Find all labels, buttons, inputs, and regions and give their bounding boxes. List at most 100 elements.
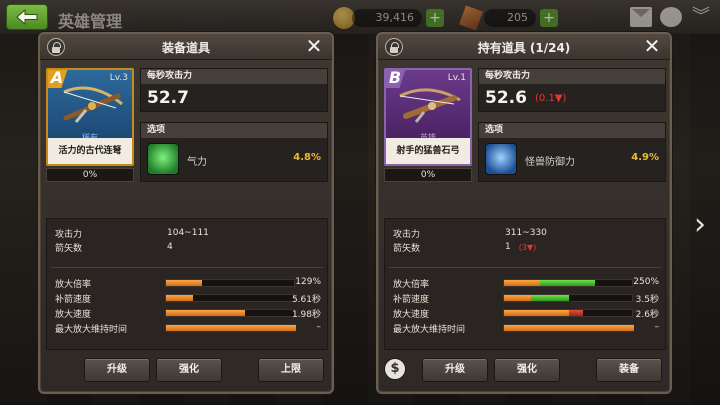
add-gold-button[interactable]: + (426, 9, 444, 27)
dps-delta: (0.1▼) (535, 93, 567, 104)
stat-value: 4 (167, 242, 173, 252)
option-name: 气力 (187, 157, 207, 168)
stat-bar-value: 5.61秒 (291, 295, 321, 305)
stat-bar-value: – (654, 322, 660, 332)
stat-value: 104~111 (167, 228, 209, 238)
item-card[interactable]: A Lv.3 稀有 活力的古代连弩 (46, 68, 134, 166)
add-gem-button[interactable]: + (540, 9, 558, 27)
back-button[interactable] (6, 4, 48, 30)
item-name: 射手的猛兽石弓 (386, 138, 470, 164)
stat-value: 1 (505, 242, 511, 252)
equip-button[interactable]: 装备 (596, 358, 662, 382)
back-arrow-icon (16, 9, 38, 25)
stat-bar-label: 最大放大维持时间 (393, 325, 466, 335)
stat-bar-track (165, 309, 295, 317)
dps-label: 每秒攻击力 (141, 69, 327, 84)
screen-title: 英雄管理 (58, 12, 123, 31)
crossbow-icon (399, 88, 461, 123)
stat-bar-label: 放大速度 (55, 310, 92, 320)
stat-bar-label: 放大倍率 (55, 280, 92, 290)
close-icon[interactable]: ✕ (304, 36, 324, 56)
stat-bar-track (503, 324, 634, 332)
stat-row: 箭矢数 1 (3▼) (393, 241, 659, 254)
sell-coin-icon[interactable] (384, 358, 406, 380)
collapse-chevron-icon[interactable]: ︾ (690, 7, 712, 27)
stat-bar-value: 129% (295, 277, 321, 287)
panel-title: 装备道具 (161, 41, 210, 55)
option-box: 选项 怪兽防御力 4.9% (478, 122, 666, 182)
dps-box: 每秒攻击力 52.7 (140, 68, 328, 112)
stat-bar-increase (540, 280, 595, 286)
chat-icon[interactable] (660, 7, 682, 27)
upgrade-button[interactable]: 升级 (84, 358, 150, 382)
stat-bar-fill (504, 310, 569, 316)
dps-value: 52.7 (147, 88, 189, 108)
dps-label: 每秒攻击力 (479, 69, 665, 84)
enhance-button[interactable]: 强化 (156, 358, 222, 382)
stat-bar-row: 补箭速度 3.5秒 (393, 292, 659, 305)
divider (389, 267, 661, 268)
crossbow-icon (63, 86, 123, 123)
mail-icon[interactable] (630, 7, 652, 27)
stat-bar-fill (166, 310, 246, 316)
stat-bar-row: 最大放大维持时间 – (393, 322, 660, 335)
enhance-button[interactable]: 强化 (494, 358, 560, 382)
panel-title: 持有道具 (1/24) (477, 41, 571, 55)
stat-label: 攻击力 (393, 229, 421, 240)
next-arrow-icon[interactable]: › (690, 210, 710, 240)
stat-bar-label: 放大倍率 (393, 280, 430, 290)
close-icon[interactable]: ✕ (642, 36, 662, 56)
stat-bar-track (503, 294, 633, 302)
stat-bar-fill (504, 280, 541, 286)
stat-bar-row: 放大倍率 250% (393, 277, 659, 290)
item-card[interactable]: B Lv.1 英雄 射手的猛兽石弓 (384, 68, 472, 166)
option-value: 4.9% (631, 152, 659, 163)
stat-bar-fill (166, 280, 203, 286)
item-progress: 0% (384, 168, 472, 182)
stat-bar-track (503, 279, 633, 287)
item-progress: 0% (46, 168, 134, 182)
stat-bar-track (503, 309, 633, 317)
stat-bar-fill (504, 295, 532, 301)
stat-value: 311~330 (505, 228, 547, 238)
stat-bar-increase (531, 295, 569, 301)
divider (51, 267, 323, 268)
option-label: 选项 (141, 123, 327, 138)
stat-bar-value: – (316, 322, 322, 332)
stat-bar-fill (166, 295, 194, 301)
stat-bar-label: 补箭速度 (55, 295, 92, 305)
stat-bar-label: 放大速度 (393, 310, 430, 320)
equipped-item-panel: 装备道具 ✕ A Lv.3 稀有 活力的古代连弩 0% 每秒攻击力 52.7 选… (38, 32, 334, 394)
limit-button[interactable]: 上限 (258, 358, 324, 382)
stat-bar-label: 补箭速度 (393, 295, 430, 305)
stat-bar-label: 最大放大维持时间 (55, 325, 128, 335)
owned-item-panel: 持有道具 (1/24) ✕ B Lv.1 英雄 射手的猛兽石弓 0% 每秒攻击力… (376, 32, 672, 394)
gold-amount: 39,416 (352, 9, 422, 27)
stat-row: 攻击力 104~111 (55, 227, 321, 240)
item-name: 活力的古代连弩 (48, 138, 132, 164)
option-name: 怪兽防御力 (525, 157, 575, 168)
stat-bar-row: 补箭速度 5.61秒 (55, 292, 321, 305)
stat-row: 箭矢数 4 (55, 241, 321, 254)
stat-bar-decrease (569, 310, 584, 316)
blue-shield-icon (485, 143, 517, 175)
stat-diff: (3▼) (518, 242, 537, 252)
top-right-icons: ︾ (630, 7, 712, 27)
green-face-icon (147, 143, 179, 175)
dps-box: 每秒攻击力 52.6 (0.1▼) (478, 68, 666, 112)
stat-bar-track (165, 294, 295, 302)
option-label: 选项 (479, 123, 665, 138)
stat-bar-row: 放大倍率 129% (55, 277, 321, 290)
stat-bar-track (165, 279, 295, 287)
stats-area: 攻击力 104~111 箭矢数 4 放大倍率 129% 补箭速度 5.61秒放大速度 1… (46, 218, 328, 350)
gem-amount: 205 (484, 9, 536, 27)
stat-bar-row: 最大放大维持时间 – (55, 322, 322, 335)
stat-bar-value: 3.5秒 (635, 295, 659, 305)
stat-bar-track (165, 324, 296, 332)
stat-bar-value: 250% (633, 277, 659, 287)
upgrade-button[interactable]: 升级 (422, 358, 488, 382)
stat-row: 攻击力 311~330 (393, 227, 659, 240)
stat-label: 箭矢数 (393, 243, 421, 254)
stat-bar-value: 1.98秒 (291, 310, 321, 320)
option-value: 4.8% (293, 152, 321, 163)
